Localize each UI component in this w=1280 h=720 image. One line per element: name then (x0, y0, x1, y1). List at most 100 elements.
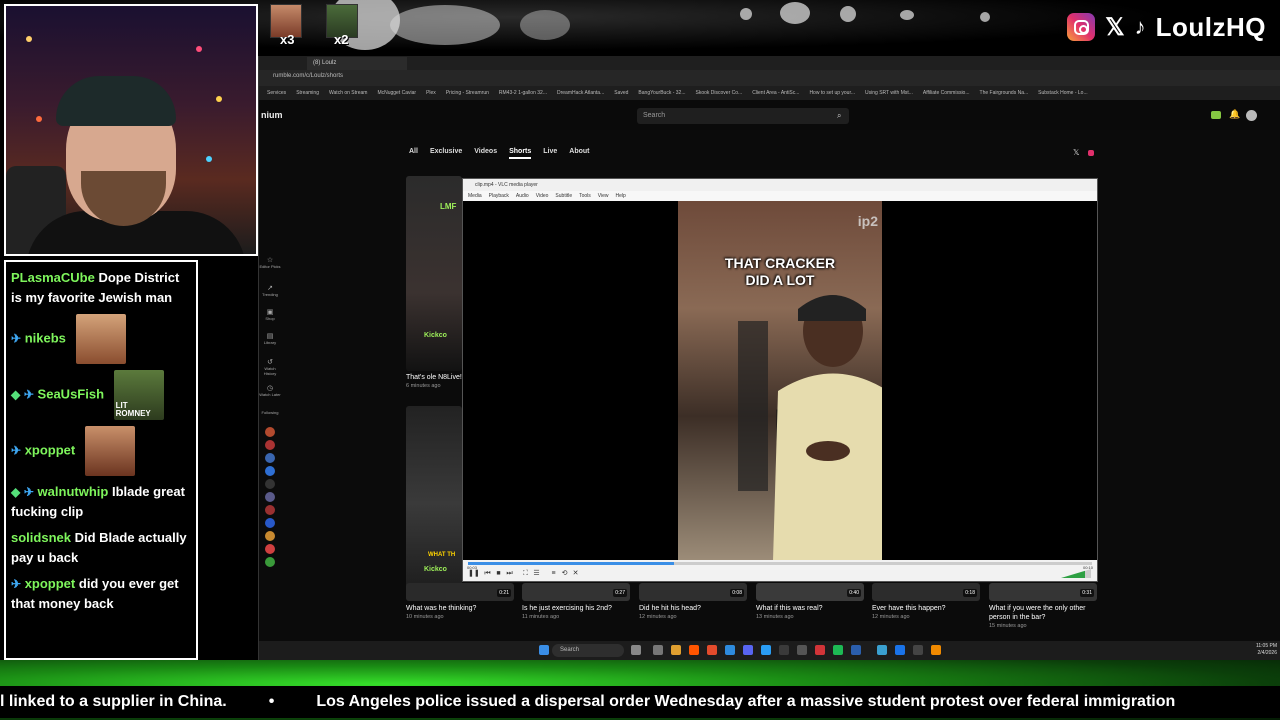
bookmark-item[interactable]: DreamHack Atlanta... (557, 90, 604, 96)
vlc-menu-item[interactable]: Playback (489, 193, 509, 199)
short-title[interactable]: What if you were the only other person i… (989, 604, 1104, 622)
folder-icon[interactable] (671, 645, 681, 655)
windows-start-icon[interactable] (539, 645, 549, 655)
vlc-menu-item[interactable]: Video (536, 193, 549, 199)
sidebar-item-watch-later[interactable]: ◷ Watch Later (259, 384, 281, 410)
channel-avatar[interactable] (265, 453, 275, 463)
app-icon[interactable] (913, 645, 923, 655)
bookmark-item[interactable]: Using SRT with Mst... (865, 90, 913, 96)
x-icon[interactable]: 𝕏 (1073, 148, 1079, 157)
short-card[interactable]: 0:40 (756, 583, 864, 601)
app-icon[interactable] (779, 645, 789, 655)
app-icon[interactable] (851, 645, 861, 655)
next-icon[interactable]: ⏭ (505, 569, 514, 578)
bookmark-item[interactable]: RM43-2 1-gallon 32... (499, 90, 547, 96)
tab-all[interactable]: All (409, 148, 418, 159)
previous-icon[interactable]: ⏮ (483, 569, 492, 578)
app-icon[interactable] (797, 645, 807, 655)
bookmark-item[interactable]: McNugget Caviar (377, 90, 416, 96)
app-icon[interactable] (631, 645, 641, 655)
vlc-title-bar[interactable]: clip.mp4 - VLC media player (463, 179, 1097, 191)
system-clock[interactable]: 11:05 PM 2/4/2026 (1256, 643, 1277, 657)
app-icon[interactable] (833, 645, 843, 655)
app-icon[interactable] (895, 645, 905, 655)
search-input[interactable]: Search (637, 108, 849, 124)
avatar[interactable] (1246, 110, 1257, 121)
bookmark-item[interactable]: How to set up your... (809, 90, 855, 96)
channel-avatar[interactable] (265, 427, 275, 437)
bookmark-item[interactable]: Client Area - AntiSc... (752, 90, 799, 96)
tab-shorts[interactable]: Shorts (509, 148, 532, 159)
short-card[interactable]: 0:21 (406, 583, 514, 601)
bookmark-item[interactable]: Services (267, 90, 286, 96)
bookmark-item[interactable]: Skook Discover Co... (696, 90, 743, 96)
vlc-menu-item[interactable]: Media (468, 193, 482, 199)
channel-avatar[interactable] (265, 479, 275, 489)
short-title[interactable]: What was he thinking? (406, 604, 514, 613)
bookmark-item[interactable]: BangYourBuck - 32... (638, 90, 685, 96)
app-icon[interactable] (761, 645, 771, 655)
vlc-menu-item[interactable]: Help (616, 193, 626, 199)
app-icon[interactable] (725, 645, 735, 655)
vlc-menu-item[interactable]: Subtitle (555, 193, 572, 199)
sidebar-item-watch-history[interactable]: ↺ Watch History (259, 358, 281, 384)
upload-icon[interactable] (1211, 111, 1221, 119)
tab-videos[interactable]: Videos (474, 148, 497, 159)
vlc-menu-item[interactable]: Tools (579, 193, 591, 199)
loop-icon[interactable]: ⟲ (560, 569, 569, 578)
app-icon[interactable] (877, 645, 887, 655)
address-bar[interactable]: rumble.com/c/Loulz/shorts (259, 70, 1280, 86)
bookmark-item[interactable]: Substack Home - Lo... (1038, 90, 1087, 96)
channel-avatar[interactable] (265, 466, 275, 476)
bell-icon[interactable]: 🔔 (1229, 109, 1240, 120)
short-card[interactable]: LMF Kickco (406, 176, 462, 371)
channel-avatar[interactable] (265, 505, 275, 515)
sidebar-item-trending[interactable]: ↗ Trending (259, 284, 281, 308)
short-title[interactable]: That's ole N8Live! (406, 373, 462, 382)
pause-icon[interactable]: ❚❚ (468, 569, 480, 578)
shuffle-icon[interactable]: ✕ (571, 569, 580, 578)
site-logo[interactable]: nium (261, 110, 283, 120)
tab-live[interactable]: Live (543, 148, 557, 159)
stop-icon[interactable]: ■ (494, 569, 503, 578)
vlc-menu-item[interactable]: View (598, 193, 609, 199)
fullscreen-icon[interactable]: ⛶ (521, 569, 530, 578)
app-icon[interactable] (689, 645, 699, 655)
short-title[interactable]: Did he hit his head? (639, 604, 747, 613)
bookmark-item[interactable]: Saved (614, 90, 628, 96)
extended-settings-icon[interactable]: ☰ (532, 569, 541, 578)
tab-exclusive[interactable]: Exclusive (430, 148, 462, 159)
short-card[interactable]: 0:31 (989, 583, 1097, 601)
sidebar-item-shop[interactable]: ▣ Shop (259, 308, 281, 332)
short-title[interactable]: Is he just exercising his 2nd? (522, 604, 630, 613)
video-frame[interactable]: ip2 THAT CRACKER DID A LOT (678, 201, 882, 560)
short-title[interactable]: Ever have this happen? (872, 604, 980, 613)
bookmark-item[interactable]: Pricing - Streamrun (446, 90, 489, 96)
instagram-icon[interactable] (1088, 150, 1094, 156)
bookmark-item[interactable]: Plex (426, 90, 436, 96)
seek-bar[interactable] (468, 562, 1092, 565)
browser-tab[interactable]: (8) Loulz (307, 57, 407, 70)
short-card[interactable]: 0:27 (522, 583, 630, 601)
bookmark-item[interactable]: Streaming (296, 90, 319, 96)
volume-slider[interactable] (1061, 569, 1091, 578)
sidebar-item-library[interactable]: ▤ Library (259, 332, 281, 358)
playlist-icon[interactable]: ≡ (549, 569, 558, 578)
discord-icon[interactable] (743, 645, 753, 655)
short-title[interactable]: What if this was real? (756, 604, 864, 613)
bookmark-item[interactable]: Watch on Stream (329, 90, 367, 96)
vlc-menu-item[interactable]: Audio (516, 193, 529, 199)
short-card[interactable]: WHAT TH Kickco (406, 406, 462, 601)
sidebar-item-editor-picks[interactable]: ☆ Editor Picks (259, 256, 281, 284)
search-icon[interactable]: ⌕ (837, 111, 841, 121)
short-card[interactable]: 0:08 (639, 583, 747, 601)
app-icon[interactable] (815, 645, 825, 655)
tab-about[interactable]: About (569, 148, 589, 159)
app-icon[interactable] (653, 645, 663, 655)
taskbar-search[interactable]: Search (552, 644, 624, 657)
bookmark-item[interactable]: The Fairgrounds Na... (980, 90, 1029, 96)
channel-avatar[interactable] (265, 531, 275, 541)
bookmark-item[interactable]: Affiliate Commissio... (923, 90, 970, 96)
channel-avatar[interactable] (265, 518, 275, 528)
channel-avatar[interactable] (265, 492, 275, 502)
